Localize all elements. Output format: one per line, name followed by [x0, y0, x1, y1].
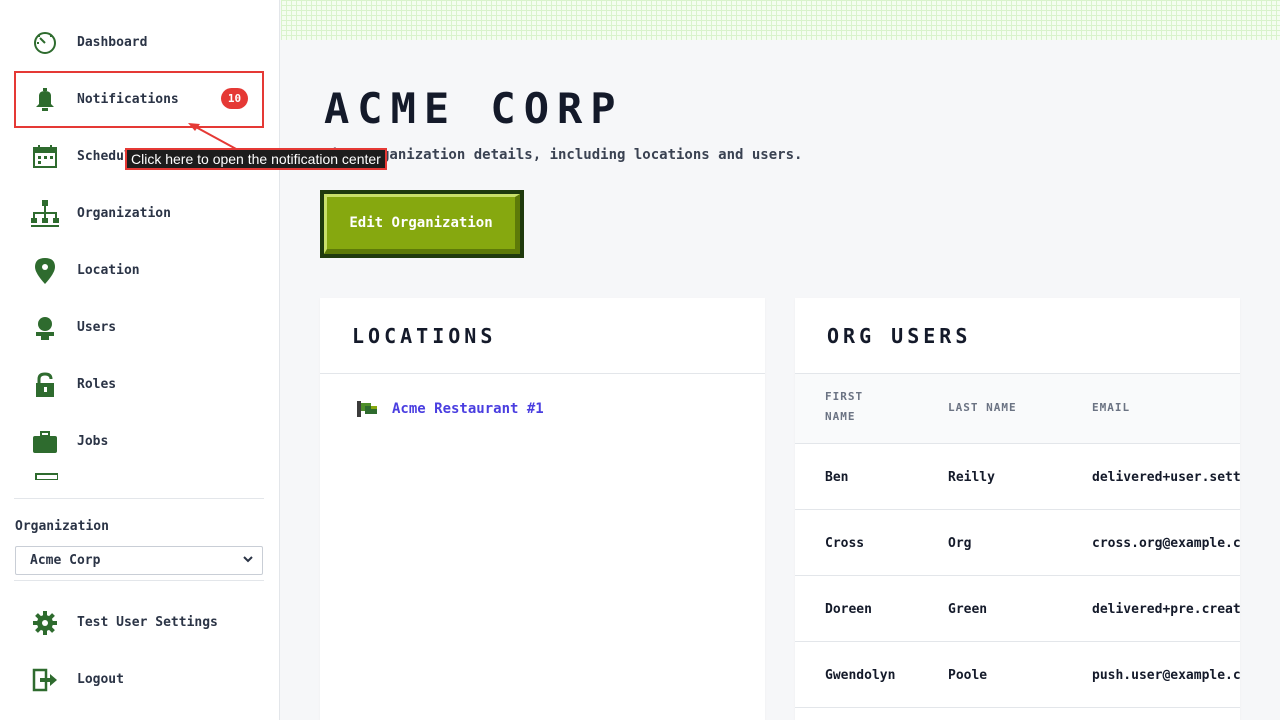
table-row[interactable]: Cross Org cross.org@example.com	[795, 510, 1240, 576]
page-title: ACME CORP	[324, 84, 624, 133]
cell-first-name: Gwendolyn	[825, 667, 896, 683]
gear-icon	[30, 608, 60, 638]
cell-first-name: Ben	[825, 469, 849, 485]
cell-last-name: Green	[948, 601, 988, 617]
sidebar-item-partial[interactable]	[14, 470, 264, 480]
sidebar-item-roles[interactable]: Roles	[14, 356, 264, 413]
lock-icon	[30, 370, 60, 400]
cell-last-name: Org	[948, 535, 972, 551]
cell-email: cross.org@example.com	[1092, 535, 1240, 551]
sidebar-item-logout[interactable]: Logout	[14, 651, 264, 708]
dashboard-icon	[30, 28, 60, 58]
cell-email: delivered+pre.created	[1092, 601, 1240, 617]
sidebar-divider	[14, 580, 264, 581]
calendar-icon	[30, 142, 60, 172]
sidebar: Dashboard Notifications 10 Schedule Orga…	[0, 0, 280, 720]
sidebar-item-label: Test User Settings	[77, 615, 218, 630]
sidebar-item-label: Users	[77, 320, 117, 335]
sidebar-item-dashboard[interactable]: Dashboard	[14, 14, 264, 71]
table-row[interactable]: Ben Reilly delivered+user.settin	[795, 444, 1240, 510]
org-chart-icon	[30, 199, 60, 229]
logout-icon	[30, 665, 60, 695]
column-header-last-name[interactable]: LAST NAME	[948, 398, 1017, 418]
sidebar-divider	[14, 498, 264, 499]
location-item[interactable]: Acme Restaurant #1	[357, 401, 544, 417]
sidebar-bottom-nav: Test User Settings Logout	[14, 594, 264, 708]
user-icon	[30, 313, 60, 343]
sidebar-item-location[interactable]: Location	[14, 242, 264, 299]
org-users-card: ORG USERS FIRST NAME LAST NAME EMAIL Ben…	[795, 298, 1240, 720]
sidebar-item-label: Dashboard	[77, 35, 148, 50]
page-subtitle: View organization details, including loc…	[322, 147, 803, 163]
org-select-value: Acme Corp	[30, 553, 101, 568]
notification-tooltip: Click here to open the notification cent…	[125, 148, 387, 170]
card-divider	[320, 373, 765, 374]
notification-count-badge: 10	[221, 88, 248, 109]
org-users-title: ORG USERS	[827, 324, 972, 348]
sidebar-item-users[interactable]: Users	[14, 299, 264, 356]
briefcase-icon	[30, 427, 60, 457]
locations-title: LOCATIONS	[352, 324, 497, 348]
table-header: FIRST NAME LAST NAME EMAIL	[795, 373, 1240, 444]
column-header-email[interactable]: EMAIL	[1092, 398, 1130, 418]
cell-email: delivered+user.settin	[1092, 469, 1240, 485]
table-row[interactable]: Gwendolyn Poole push.user@example.com	[795, 642, 1240, 708]
edit-organization-label: Edit Organization	[349, 215, 493, 231]
location-flag-icon	[357, 401, 379, 417]
sidebar-item-label: Notifications	[77, 92, 179, 107]
partial-icon	[30, 460, 60, 490]
sidebar-item-test-user-settings[interactable]: Test User Settings	[14, 594, 264, 651]
bell-icon	[30, 85, 60, 115]
org-select-label: Organization	[15, 519, 109, 534]
cell-last-name: Poole	[948, 667, 988, 683]
org-select[interactable]: Acme Corp	[15, 546, 263, 575]
chevron-down-icon	[242, 553, 254, 568]
location-link[interactable]: Acme Restaurant #1	[392, 401, 544, 417]
sidebar-item-label: Location	[77, 263, 140, 278]
cell-email: push.user@example.com	[1092, 667, 1240, 683]
sidebar-item-label: Logout	[77, 672, 124, 687]
cell-last-name: Reilly	[948, 469, 995, 485]
locations-card: LOCATIONS Acme Restaurant #1	[320, 298, 765, 720]
sidebar-item-label: Roles	[77, 377, 117, 392]
sidebar-nav: Dashboard Notifications 10 Schedule Orga…	[14, 14, 264, 492]
table-row[interactable]: Doreen Green delivered+pre.created	[795, 576, 1240, 642]
column-header-first-name[interactable]: FIRST NAME	[825, 387, 895, 427]
cell-first-name: Cross	[825, 535, 865, 551]
header-pattern	[281, 0, 1280, 40]
org-users-table: FIRST NAME LAST NAME EMAIL Ben Reilly de…	[795, 373, 1240, 708]
sidebar-item-organization[interactable]: Organization	[14, 185, 264, 242]
sidebar-item-label: Organization	[77, 206, 171, 221]
cell-first-name: Doreen	[825, 601, 872, 617]
map-pin-icon	[30, 256, 60, 286]
edit-organization-button[interactable]: Edit Organization	[320, 190, 524, 258]
sidebar-item-label: Jobs	[77, 434, 109, 449]
